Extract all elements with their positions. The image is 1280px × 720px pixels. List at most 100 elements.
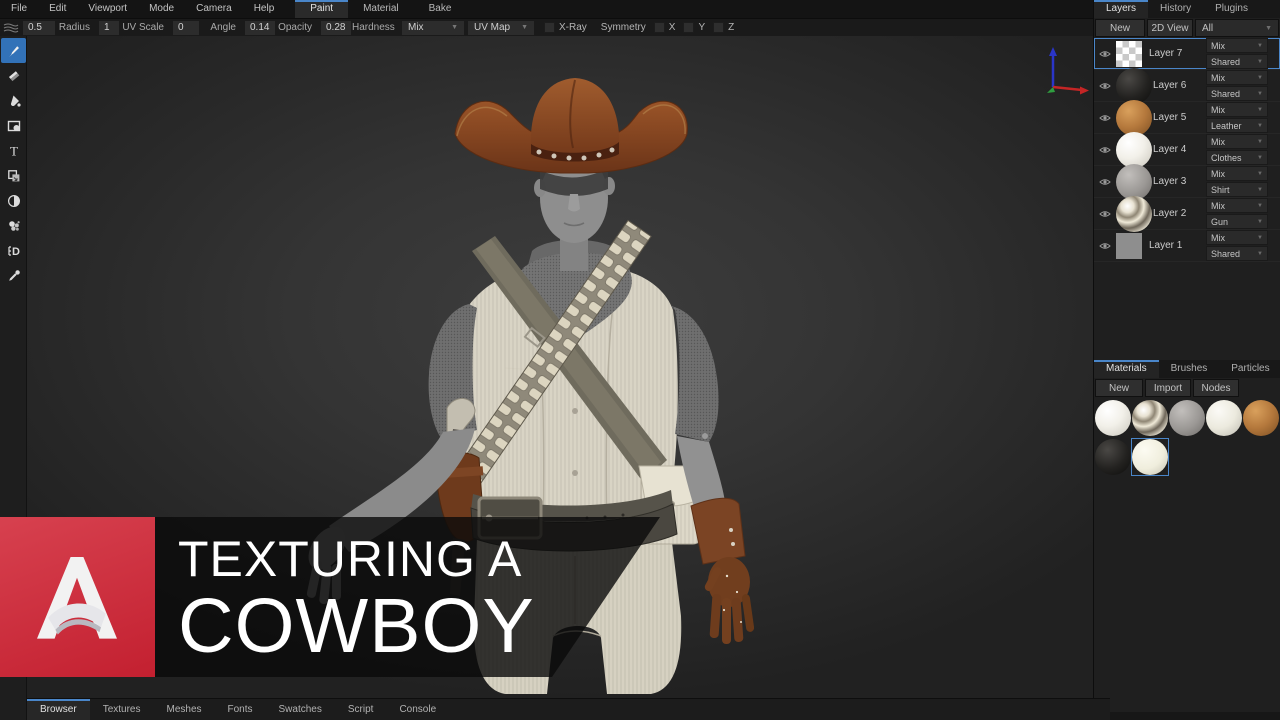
tool-text[interactable]: T [1,138,26,163]
hardness-value[interactable]: 0.28 [321,21,351,35]
tab-textures[interactable]: Textures [90,699,154,720]
angle-value[interactable]: 0 [173,21,199,35]
new-layer-button[interactable]: New [1095,19,1145,37]
tab-history[interactable]: History [1148,0,1203,18]
opacity-value[interactable]: 0.14 [245,21,275,35]
layer-row[interactable]: Layer 5 Mix▼ Leather▼ [1094,102,1280,134]
menu-help[interactable]: Help [243,0,286,18]
radius-value[interactable]: 0.5 [23,21,55,35]
layer-name: Layer 4 [1153,144,1206,155]
import-material-button[interactable]: Import [1145,379,1191,397]
tab-browser[interactable]: Browser [27,699,90,720]
xray-checkbox[interactable] [544,22,555,33]
chevron-down-icon: ▼ [1257,139,1263,145]
layer-name: Layer 5 [1153,112,1206,123]
menu-mode[interactable]: Mode [138,0,185,18]
menu-edit[interactable]: Edit [38,0,77,18]
axis-z-label: Z [728,22,734,33]
symmetry-z-checkbox[interactable] [713,22,724,33]
blend-mode-dropdown[interactable]: Mix▼ [1206,134,1268,149]
chevron-down-icon: ▼ [1257,251,1263,257]
chevron-down-icon: ▼ [1257,91,1263,97]
layer-object-dropdown[interactable]: Shared▼ [1206,86,1268,101]
brush-stroke-icon [0,22,22,34]
tab-fonts[interactable]: Fonts [215,699,266,720]
tool-decal[interactable] [1,113,26,138]
panel-bottom-strip [1094,712,1280,720]
uvscale-value[interactable]: 1 [99,21,119,35]
layers-tab-bar: Layers History Plugins [1094,0,1280,18]
tool-brush[interactable] [1,38,26,63]
blend-mode-dropdown[interactable]: Mix▼ [1206,70,1268,85]
new-material-button[interactable]: New [1095,379,1143,397]
eye-icon[interactable] [1098,177,1112,187]
layer-row[interactable]: Layer 3 Mix▼ Shirt▼ [1094,166,1280,198]
tab-console[interactable]: Console [386,699,449,720]
material-row [1094,398,1280,437]
material-swatch-tan[interactable] [1243,400,1279,436]
blend-mode-dropdown[interactable]: Mix▼ [1206,102,1268,117]
blend-mode-dropdown[interactable]: Mix▼ [1206,230,1268,245]
blend-mode-dropdown[interactable]: Mix▼ [1206,198,1268,213]
material-swatch-chrome[interactable] [1132,400,1168,436]
material-swatch-ivory[interactable] [1206,400,1242,436]
layer-row[interactable]: Layer 4 Mix▼ Clothes▼ [1094,134,1280,166]
tab-layers[interactable]: Layers [1094,0,1148,18]
material-swatch-cream[interactable] [1132,439,1168,475]
blend-mode-dropdown[interactable]: Mix▼ [402,21,464,35]
chevron-down-icon: ▼ [1265,20,1272,37]
tab-material[interactable]: Material [348,0,414,18]
tab-swatches[interactable]: Swatches [266,699,335,720]
material-swatch-black[interactable] [1095,439,1131,475]
layer-row[interactable]: Layer 7 Mix▼ Shared▼ [1094,38,1280,70]
layer-object-dropdown[interactable]: Leather▼ [1206,118,1268,133]
tool-colorid[interactable]: D [1,238,26,263]
eye-icon[interactable] [1098,49,1112,59]
tab-paint[interactable]: Paint [295,0,348,18]
symmetry-x-checkbox[interactable] [654,22,665,33]
layer-row[interactable]: Layer 2 Mix▼ Gun▼ [1094,198,1280,230]
tab-particles[interactable]: Particles [1219,360,1280,378]
tool-particle[interactable] [1,213,26,238]
menu-file[interactable]: File [0,0,38,18]
layer-row[interactable]: Layer 6 Mix▼ Shared▼ [1094,70,1280,102]
eye-icon[interactable] [1098,113,1112,123]
chevron-down-icon: ▼ [1257,59,1263,65]
material-swatch-gray[interactable] [1169,400,1205,436]
eye-icon[interactable] [1098,209,1112,219]
colorid-icon: D [6,243,22,259]
layer-filter-dropdown[interactable]: All▼ [1195,19,1279,37]
brush-icon [6,43,22,59]
tab-brushes[interactable]: Brushes [1159,360,1220,378]
material-swatch-white[interactable] [1095,400,1131,436]
tool-picker[interactable] [1,263,26,288]
tool-eraser[interactable] [1,63,26,88]
layer-object-dropdown[interactable]: Gun▼ [1206,214,1268,229]
uv-map-dropdown[interactable]: UV Map▼ [468,21,534,35]
layer-object-dropdown[interactable]: Shared▼ [1206,54,1268,69]
blend-mode-dropdown[interactable]: Mix▼ [1206,166,1268,181]
eye-icon[interactable] [1098,241,1112,251]
tab-materials[interactable]: Materials [1094,360,1159,378]
menu-viewport[interactable]: Viewport [77,0,138,18]
tab-meshes[interactable]: Meshes [153,699,214,720]
menu-camera[interactable]: Camera [185,0,243,18]
tool-blur[interactable] [1,188,26,213]
layer-row[interactable]: Layer 1 Mix▼ Shared▼ [1094,230,1280,262]
nodes-button[interactable]: Nodes [1193,379,1239,397]
blend-mode-dropdown[interactable]: Mix▼ [1206,38,1268,53]
eye-icon[interactable] [1098,81,1112,91]
symmetry-y-checkbox[interactable] [683,22,694,33]
2d-view-button[interactable]: 2D View [1147,19,1193,37]
axis-gizmo[interactable] [1040,42,1095,97]
tool-fill[interactable] [1,88,26,113]
tab-plugins[interactable]: Plugins [1203,0,1260,18]
tool-clone[interactable] [1,163,26,188]
tab-bake[interactable]: Bake [414,0,467,18]
layer-object-dropdown[interactable]: Shirt▼ [1206,182,1268,197]
eye-icon[interactable] [1098,145,1112,155]
armorpaint-logo [0,517,155,677]
tab-script[interactable]: Script [335,699,387,720]
layer-object-dropdown[interactable]: Clothes▼ [1206,150,1268,165]
layer-object-dropdown[interactable]: Shared▼ [1206,246,1268,261]
